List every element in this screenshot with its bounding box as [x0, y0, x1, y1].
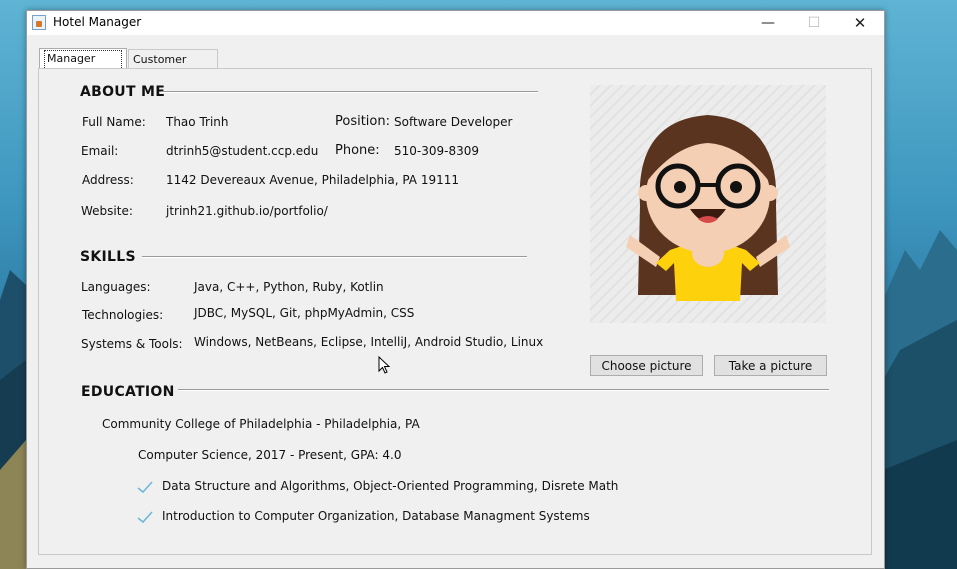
avatar-illustration — [626, 115, 790, 301]
choose-picture-button[interactable]: Choose picture — [590, 355, 703, 376]
full-name-label: Full Name: — [82, 115, 146, 129]
education-divider — [178, 389, 829, 391]
languages-value: Java, C++, Python, Ruby, Kotlin — [194, 280, 384, 294]
website-label: Website: — [81, 204, 133, 218]
address-value: 1142 Devereaux Avenue, Philadelphia, PA … — [166, 173, 460, 187]
check-icon — [137, 511, 153, 524]
mouse-cursor-icon — [378, 356, 391, 374]
manager-details-panel: ABOUT ME Full Name: Thao Trinh Position:… — [38, 68, 872, 555]
close-button[interactable]: ✕ — [837, 11, 883, 35]
skills-divider — [142, 256, 527, 258]
languages-label: Languages: — [81, 280, 151, 294]
full-name-value: Thao Trinh — [166, 115, 229, 129]
tools-value: Windows, NetBeans, Eclipse, IntelliJ, An… — [194, 335, 544, 349]
about-divider — [161, 91, 538, 93]
minimize-button[interactable]: — — [745, 11, 791, 35]
school-value: Community College of Philadelphia - Phil… — [102, 417, 420, 431]
about-heading: ABOUT ME — [80, 84, 166, 100]
website-value: jtrinh21.github.io/portfolio/ — [166, 204, 328, 218]
hotel-manager-window: Hotel Manager — ☐ ✕ Manager Details Cust… — [26, 10, 885, 569]
phone-value: 510-309-8309 — [394, 144, 480, 158]
email-value: dtrinh5@student.ccp.edu — [166, 144, 319, 158]
take-picture-button[interactable]: Take a picture — [714, 355, 827, 376]
email-label: Email: — [81, 144, 119, 158]
position-label: Position: — [335, 114, 390, 129]
position-value: Software Developer — [394, 115, 513, 129]
window-title: Hotel Manager — [53, 15, 142, 29]
course-item: Data Structure and Algorithms, Object-Or… — [162, 479, 619, 493]
skills-heading: SKILLS — [80, 249, 136, 265]
phone-label: Phone: — [335, 143, 380, 158]
tools-label: Systems & Tools: — [81, 337, 183, 351]
tab-customer-details[interactable]: Customer Details — [128, 49, 218, 85]
technologies-value: JDBC, MySQL, Git, phpMyAdmin, CSS — [194, 306, 415, 320]
java-app-icon — [32, 15, 46, 30]
education-heading: EDUCATION — [81, 384, 175, 400]
address-label: Address: — [82, 173, 134, 187]
profile-picture — [590, 85, 826, 323]
technologies-label: Technologies: — [82, 308, 164, 322]
degree-value: Computer Science, 2017 - Present, GPA: 4… — [138, 448, 402, 462]
title-bar[interactable]: Hotel Manager — ☐ ✕ — [27, 11, 884, 35]
course-item: Introduction to Computer Organization, D… — [162, 509, 590, 523]
tab-manager-details[interactable]: Manager Details — [39, 48, 127, 82]
maximize-button[interactable]: ☐ — [791, 11, 837, 35]
check-icon — [137, 481, 153, 494]
